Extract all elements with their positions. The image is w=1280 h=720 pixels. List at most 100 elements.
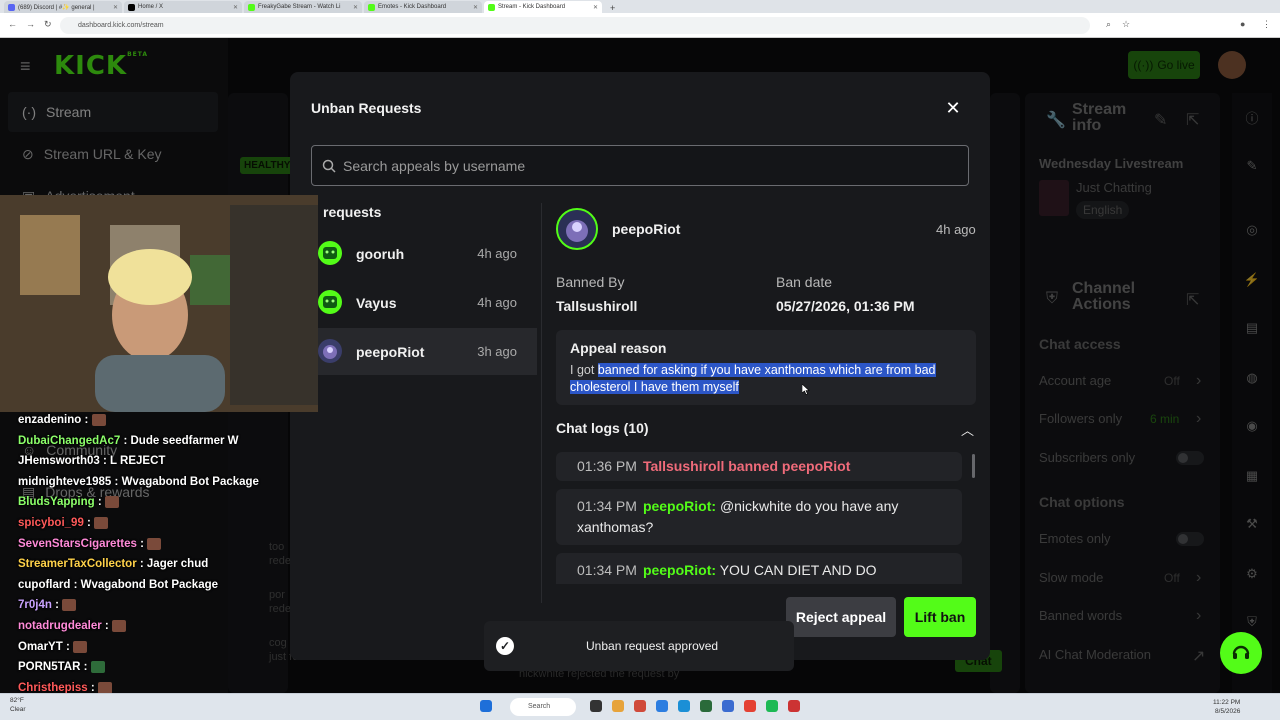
forward-icon[interactable]: → bbox=[26, 19, 35, 29]
chat-text: Dude seedfarmer W bbox=[130, 434, 239, 447]
search-appeals-input[interactable] bbox=[343, 157, 943, 174]
browser-tab[interactable]: FreakyGabe Stream - Watch Li ✕ bbox=[244, 1, 362, 13]
chat-log-row: 01:34 PMpeepoRiot: YOU CAN DIET AND DO E… bbox=[556, 553, 962, 584]
bookmark-star-icon[interactable]: ☆ bbox=[1122, 19, 1130, 30]
clock-time: 11:22 PM bbox=[1213, 699, 1241, 706]
browser-tab[interactable]: Home / X ✕ bbox=[124, 1, 242, 13]
address-bar-row: ← → ↻ dashboard.kick.com/stream ⌕ ☆ ● ⋮ bbox=[0, 13, 1280, 38]
browser-tab[interactable]: (689) Discord | #✨ general | ✕ bbox=[4, 1, 122, 13]
emote-icon bbox=[90, 661, 105, 674]
request-time: 4h ago bbox=[477, 295, 517, 310]
chat-username: Christhepiss bbox=[18, 681, 88, 693]
emote-icon bbox=[62, 599, 77, 612]
weather-widget[interactable]: 82°F Clear bbox=[10, 696, 26, 714]
windows-start-icon[interactable] bbox=[480, 700, 492, 712]
request-username: gooruh bbox=[356, 245, 405, 262]
chat-logs-list[interactable]: 01:36 PM Tallsushiroll banned peepoRiot 0… bbox=[556, 452, 962, 584]
avatar bbox=[318, 339, 342, 363]
request-username: peepoRiot bbox=[356, 343, 425, 360]
chat-message: PORN5TAR : bbox=[0, 657, 275, 678]
x-icon bbox=[128, 3, 135, 11]
chat-message: JHemsworth03 : L REJECT bbox=[18, 455, 166, 468]
chat-logs-scrollbar[interactable] bbox=[972, 454, 975, 478]
chat-message: cupoflard : Wvagabond Bot Package bbox=[18, 578, 219, 591]
chat-log-row: 01:36 PM Tallsushiroll banned peepoRiot bbox=[556, 452, 962, 481]
chat-logs-heading: Chat logs (10) bbox=[556, 420, 649, 436]
reload-icon[interactable]: ↻ bbox=[44, 19, 52, 30]
app-icon[interactable] bbox=[634, 700, 646, 712]
request-time: 3h ago bbox=[477, 344, 517, 359]
new-tab-button[interactable]: + bbox=[610, 3, 615, 13]
edge-icon[interactable] bbox=[678, 700, 690, 712]
discord-icon bbox=[8, 3, 15, 11]
close-tab-icon[interactable]: ✕ bbox=[233, 4, 238, 11]
appeal-text-selected: banned for asking if you have xanthomas … bbox=[570, 363, 936, 394]
close-tab-icon[interactable]: ✕ bbox=[473, 4, 478, 11]
log-time: 01:34 PM bbox=[577, 562, 637, 578]
check-circle-icon: ✓ bbox=[496, 637, 514, 655]
app-icon[interactable] bbox=[656, 700, 668, 712]
requests-heading: requests bbox=[323, 204, 382, 220]
kick-icon bbox=[488, 3, 495, 11]
chat-username: JHemsworth03 bbox=[18, 455, 100, 468]
task-view-icon[interactable] bbox=[590, 700, 602, 712]
chat-username: spicyboi_99 bbox=[18, 516, 84, 529]
log-username: peepoRiot: bbox=[642, 498, 717, 514]
clock-date: 8/5/2026 bbox=[1215, 708, 1241, 715]
profile-icon[interactable]: ● bbox=[1240, 19, 1245, 29]
chat-message: spicyboi_99 : bbox=[0, 513, 275, 534]
browser-tab[interactable]: Emotes - Kick Dashboard ✕ bbox=[364, 1, 482, 13]
request-item-vayus[interactable]: Vayus 4h ago bbox=[318, 279, 537, 326]
emote-icon bbox=[91, 413, 106, 426]
avatar bbox=[556, 208, 598, 250]
app-icon[interactable] bbox=[700, 700, 712, 712]
back-icon[interactable]: ← bbox=[8, 19, 17, 29]
app-icon[interactable] bbox=[788, 700, 800, 712]
close-tab-icon[interactable]: ✕ bbox=[113, 4, 118, 11]
headset-icon bbox=[1232, 645, 1250, 659]
chat-username: 7r0j4n bbox=[18, 599, 52, 612]
emote-icon bbox=[72, 640, 87, 653]
avatar bbox=[318, 241, 342, 265]
request-item-gooruh[interactable]: gooruh 4h ago bbox=[318, 230, 537, 277]
reject-appeal-button[interactable]: Reject appeal bbox=[786, 597, 896, 637]
emote-icon bbox=[94, 516, 109, 529]
log-time: 01:36 PM bbox=[577, 458, 637, 474]
modal-title: Unban Requests bbox=[311, 100, 422, 116]
appeal-text-plain: I got bbox=[570, 363, 598, 377]
taskbar-search-label: Search bbox=[528, 703, 551, 710]
request-item-peeporiot[interactable]: peepoRiot 3h ago bbox=[318, 328, 537, 375]
zoom-icon[interactable]: ⌕ bbox=[1106, 19, 1111, 30]
chrome-icon[interactable] bbox=[744, 700, 756, 712]
webcam-overlay bbox=[0, 195, 318, 412]
search-icon bbox=[322, 159, 336, 173]
banned-by-label: Banned By bbox=[556, 274, 625, 290]
tab-label: FreakyGabe Stream - Watch Li bbox=[258, 4, 341, 10]
close-icon[interactable]: ✕ bbox=[943, 98, 963, 118]
chat-message: midnighteve1985 : Wvagabond Bot Package bbox=[18, 475, 259, 488]
system-clock[interactable]: 11:22 PM 8/5/2026 bbox=[1213, 698, 1240, 716]
chat-message: SevenStarsCigarettes : bbox=[0, 534, 275, 555]
lift-ban-button[interactable]: Lift ban bbox=[904, 597, 976, 637]
log-time: 01:34 PM bbox=[577, 498, 637, 514]
chat-username: cupoflard bbox=[18, 578, 71, 591]
browser-tab-active[interactable]: Stream - Kick Dashboard ✕ bbox=[484, 1, 602, 13]
toast-message: Unban request approved bbox=[586, 639, 719, 653]
taskbar-search[interactable]: Search bbox=[510, 698, 576, 716]
menu-dots-icon[interactable]: ⋮ bbox=[1262, 19, 1271, 30]
tab-label: (689) Discord | #✨ general | bbox=[18, 4, 95, 11]
support-chat-button[interactable] bbox=[1220, 632, 1262, 674]
request-time: 4h ago bbox=[477, 246, 517, 261]
chevron-up-icon[interactable]: ︿ bbox=[961, 420, 974, 439]
chat-message: enzadenino : bbox=[0, 410, 275, 431]
search-appeals-field[interactable] bbox=[311, 145, 969, 186]
file-explorer-icon[interactable] bbox=[612, 700, 624, 712]
tab-label: Emotes - Kick Dashboard bbox=[378, 4, 447, 10]
app-icon[interactable] bbox=[722, 700, 734, 712]
chat-username: OmarYT bbox=[18, 640, 63, 653]
close-tab-icon[interactable]: ✕ bbox=[593, 4, 598, 11]
chat-username: SevenStarsCigarettes bbox=[18, 537, 137, 550]
spotify-icon[interactable] bbox=[766, 700, 778, 712]
close-tab-icon[interactable]: ✕ bbox=[353, 4, 358, 11]
url-field[interactable]: dashboard.kick.com/stream bbox=[60, 17, 1090, 34]
